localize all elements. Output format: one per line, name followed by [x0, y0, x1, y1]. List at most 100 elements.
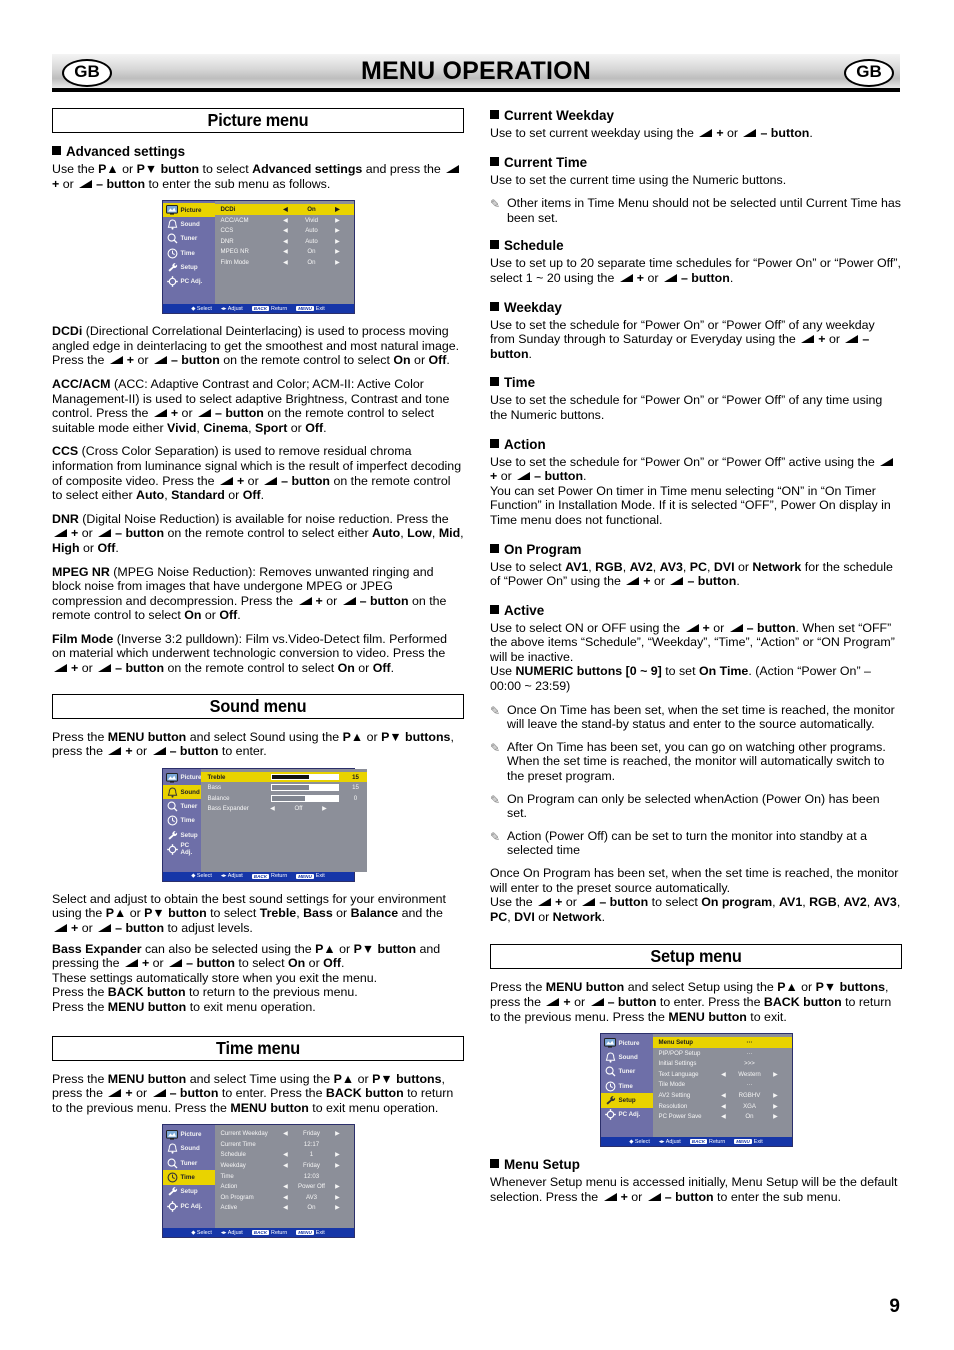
osd-left-arrow-icon[interactable]: ◀	[267, 805, 277, 812]
osd-slider[interactable]	[271, 795, 340, 802]
osd-left-arrow-icon[interactable]: ◀	[281, 248, 291, 255]
osd-sidebar-item-setup[interactable]: Setup	[163, 828, 202, 842]
osd-sidebar[interactable]: Picture Sound Tuner Time Setup PC Adj.	[162, 1125, 215, 1229]
osd-row[interactable]: On Program ◀ AV3 ▶	[215, 1192, 354, 1203]
osd-row[interactable]: Bass Expander ◀ Off ▶	[201, 804, 367, 815]
osd-right-arrow-icon[interactable]: ▶	[333, 1130, 343, 1137]
osd-left-arrow-icon[interactable]: ◀	[281, 238, 291, 245]
osd-left-arrow-icon[interactable]: ◀	[281, 1162, 291, 1169]
osd-sidebar-item-sound[interactable]: Sound	[162, 785, 202, 800]
osd-sidebar-item-pc-adj[interactable]: PC Adj.	[163, 275, 215, 289]
osd-right-arrow-icon[interactable]: ▶	[333, 1183, 343, 1190]
osd-right-arrow-icon[interactable]: ▶	[771, 1092, 781, 1099]
osd-right-arrow-icon[interactable]: ▶	[333, 217, 343, 224]
osd-row[interactable]: Resolution ◀ XGA ▶	[653, 1101, 792, 1112]
osd-right-arrow-icon[interactable]: ▶	[333, 1204, 343, 1211]
osd-left-arrow-icon[interactable]: ◀	[281, 1183, 291, 1190]
osd-sidebar-item-tuner[interactable]: Tuner	[163, 232, 215, 246]
osd-left-arrow-icon[interactable]: ◀	[281, 1204, 291, 1211]
osd-row[interactable]: Bass 15	[201, 782, 367, 793]
osd-row[interactable]: DCDi ◀ On ▶	[214, 204, 354, 215]
osd-row[interactable]: Film Mode ◀ On ▶	[215, 257, 354, 268]
osd-right-arrow-icon[interactable]: ▶	[333, 1162, 343, 1169]
section-setup-menu: Setup menu	[490, 944, 902, 970]
osd-sidebar-item-pc-adj[interactable]: PC Adj.	[163, 842, 202, 856]
osd-sidebar-item-tuner[interactable]: Tuner	[163, 1156, 215, 1170]
osd-left-arrow-icon[interactable]: ◀	[281, 1151, 291, 1158]
osd-left-arrow-icon[interactable]: ◀	[719, 1103, 729, 1110]
osd-sidebar-item-picture[interactable]: Picture	[163, 1127, 215, 1141]
osd-left-arrow-icon[interactable]: ◀	[719, 1092, 729, 1099]
osd-sidebar-label: Tuner	[180, 1159, 198, 1167]
osd-row[interactable]: Current Time 12:17	[215, 1139, 354, 1150]
osd-right-arrow-icon[interactable]: ▶	[333, 1194, 343, 1201]
osd-sidebar-item-tuner[interactable]: Tuner	[163, 799, 202, 813]
osd-row[interactable]: Current Weekday ◀ Friday ▶	[215, 1128, 354, 1139]
osd-right-arrow-icon[interactable]: ▶	[771, 1103, 781, 1110]
para-mpeg-nr: MPEG NR (MPEG Noise Reduction): Removes …	[52, 564, 447, 623]
osd-sidebar-item-tuner[interactable]: Tuner	[601, 1065, 653, 1079]
osd-sidebar-item-sound[interactable]: Sound	[601, 1050, 653, 1064]
osd-sidebar-item-pc-adj[interactable]: PC Adj.	[601, 1108, 653, 1122]
osd-sidebar-item-time[interactable]: Time	[163, 246, 215, 260]
osd-row[interactable]: ACC/ACM ◀ Vivid ▶	[215, 215, 354, 226]
osd-right-arrow-icon[interactable]: ▶	[771, 1113, 781, 1120]
osd-sidebar-item-picture[interactable]: Picture	[162, 203, 215, 218]
osd-row[interactable]: Menu Setup ···	[652, 1037, 792, 1048]
osd-row[interactable]: Text Language ◀ Western ▶	[653, 1069, 792, 1080]
osd-right-arrow-icon[interactable]: ▶	[333, 227, 343, 234]
osd-right-arrow-icon[interactable]: ▶	[333, 1151, 343, 1158]
osd-right-arrow-icon[interactable]: ▶	[333, 238, 343, 245]
osd-row[interactable]: Weekday ◀ Friday ▶	[215, 1160, 354, 1171]
osd-sidebar-item-picture[interactable]: Picture	[163, 771, 201, 785]
osd-sidebar-item-time[interactable]: Time	[162, 1170, 215, 1185]
time-osd[interactable]: Picture Sound Tuner Time Setup PC Adj. C…	[161, 1124, 355, 1239]
osd-sidebar[interactable]: Picture Sound Tuner Time Setup PC Adj.	[162, 201, 215, 305]
osd-left-arrow-icon[interactable]: ◀	[281, 259, 291, 266]
osd-sidebar[interactable]: Picture Sound Tuner Time Setup PC Adj.	[162, 768, 202, 872]
osd-sidebar-item-sound[interactable]: Sound	[163, 1142, 215, 1156]
osd-left-arrow-icon[interactable]: ◀	[281, 1130, 291, 1137]
osd-right-arrow-icon[interactable]: ▶	[333, 259, 343, 266]
osd-sidebar-item-sound[interactable]: Sound	[163, 217, 215, 231]
osd-row[interactable]: AV2 Setting ◀ RGBHV ▶	[653, 1090, 792, 1101]
osd-row[interactable]: Active ◀ On ▶	[215, 1203, 354, 1214]
osd-row[interactable]: Time 12:03	[215, 1171, 354, 1182]
osd-left-arrow-icon[interactable]: ◀	[281, 217, 291, 224]
osd-sidebar-item-setup[interactable]: Setup	[163, 1185, 215, 1199]
osd-row[interactable]: MPEG NR ◀ On ▶	[215, 247, 354, 258]
osd-right-arrow-icon[interactable]: ▶	[333, 206, 343, 213]
picture-osd[interactable]: Picture Sound Tuner Time Setup PC Adj. D…	[161, 200, 355, 315]
osd-sidebar-item-setup[interactable]: Setup	[600, 1093, 653, 1108]
osd-left-arrow-icon[interactable]: ◀	[281, 227, 291, 234]
bullet-square-icon	[490, 301, 499, 311]
osd-row[interactable]: Action ◀ Power Off ▶	[215, 1181, 354, 1192]
osd-right-arrow-icon[interactable]: ▶	[319, 805, 329, 812]
osd-sidebar-item-time[interactable]: Time	[163, 814, 202, 828]
osd-sidebar-item-pc-adj[interactable]: PC Adj.	[163, 1199, 215, 1213]
osd-row[interactable]: Tile Mode ···	[653, 1080, 792, 1091]
osd-left-arrow-icon[interactable]: ◀	[281, 1194, 291, 1201]
osd-right-arrow-icon[interactable]: ▶	[333, 248, 343, 255]
osd-left-arrow-icon[interactable]: ◀	[719, 1113, 729, 1120]
osd-left-arrow-icon[interactable]: ◀	[281, 206, 291, 213]
osd-row[interactable]: Schedule ◀ 1 ▶	[215, 1150, 354, 1161]
osd-sidebar-item-setup[interactable]: Setup	[163, 260, 215, 274]
sound-osd[interactable]: Picture Sound Tuner Time Setup PC Adj. T…	[161, 767, 368, 882]
osd-right-arrow-icon[interactable]: ▶	[771, 1071, 781, 1078]
osd-row[interactable]: PIP/POP Setup ···	[653, 1048, 792, 1059]
osd-row-value: 1	[309, 1151, 314, 1159]
osd-slider[interactable]	[271, 784, 340, 791]
osd-sidebar-item-picture[interactable]: Picture	[601, 1036, 653, 1050]
osd-sidebar-item-time[interactable]: Time	[601, 1079, 653, 1093]
osd-row[interactable]: DNR ◀ Auto ▶	[215, 236, 354, 247]
setup-osd[interactable]: Picture Sound Tuner Time Setup PC Adj. M…	[599, 1033, 793, 1148]
osd-row[interactable]: Balance 0	[201, 793, 367, 804]
osd-sidebar[interactable]: Picture Sound Tuner Time Setup PC Adj.	[600, 1034, 653, 1138]
osd-left-arrow-icon[interactable]: ◀	[719, 1071, 729, 1078]
osd-row[interactable]: Initial Settings >>>	[653, 1058, 792, 1069]
osd-row[interactable]: CCS ◀ Auto ▶	[215, 225, 354, 236]
osd-row[interactable]: Treble 15	[201, 771, 368, 783]
osd-slider[interactable]	[271, 773, 340, 781]
osd-row[interactable]: PC Power Save ◀ On ▶	[653, 1111, 792, 1122]
